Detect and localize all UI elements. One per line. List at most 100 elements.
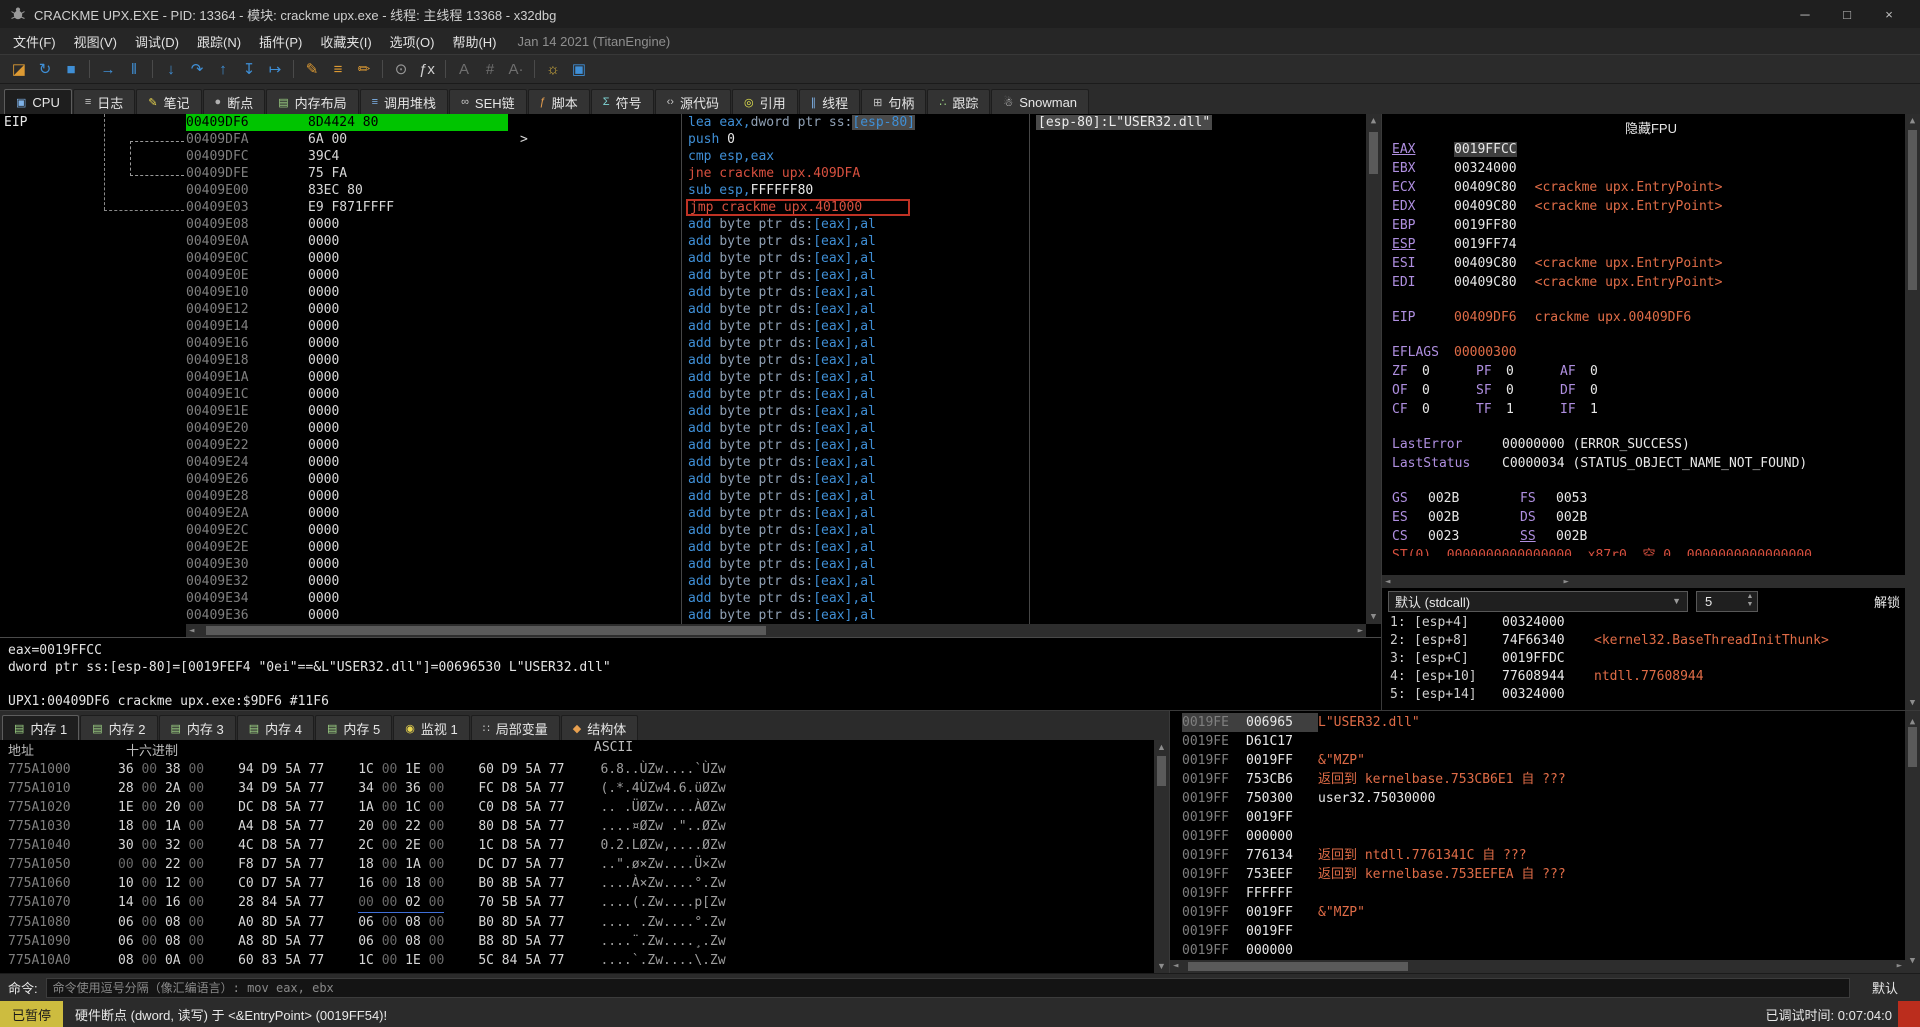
register-row[interactable]: EDX 00409C80 <crackme upx.EntryPoint>: [1392, 197, 1902, 216]
scroll-down-arrow[interactable]: ▼: [1910, 952, 1915, 971]
disasm-row[interactable]: 00409E00 83EC 80 sub esp,FFFFFF80: [0, 182, 1381, 199]
register-row[interactable]: EBX 00324000: [1392, 159, 1902, 178]
stack-row[interactable]: 0019FF 0019FF &"MZP": [1182, 751, 1904, 770]
tab-句柄[interactable]: ⊞ 句柄: [861, 89, 927, 114]
dump-row[interactable]: 775A1040 30 00 32 00 4C D8 5A 77 2C 00 2E 0…: [8, 836, 1169, 855]
bottom-tab-内存 1[interactable]: ▤ 内存 1: [2, 715, 80, 740]
tab-调用堆栈[interactable]: ≡ 调用堆栈: [359, 89, 449, 114]
disasm-row[interactable]: 00409E26 0000 add byte ptr ds:[eax],al: [0, 471, 1381, 488]
command-default-label[interactable]: 默认: [1858, 978, 1912, 997]
bottom-tab-内存 3[interactable]: ▤ 内存 3: [158, 715, 236, 740]
disasm-row[interactable]: 00409E16 0000 add byte ptr ds:[eax],al: [0, 335, 1381, 352]
disasm-row[interactable]: 00409E10 0000 add byte ptr ds:[eax],al: [0, 284, 1381, 301]
stack-row[interactable]: 0019FF FFFFFF: [1182, 884, 1904, 903]
scroll-thumb[interactable]: [1157, 756, 1166, 786]
run-to-user-code-icon[interactable]: ↧: [236, 57, 262, 81]
comment-icon[interactable]: ≡: [325, 57, 351, 81]
stack-vscrollbar[interactable]: ▲ ▼: [1905, 711, 1920, 973]
register-row[interactable]: ECX 00409C80 <crackme upx.EntryPoint>: [1392, 178, 1902, 197]
function-fx-icon[interactable]: ƒx: [414, 57, 440, 81]
disasm-row[interactable]: 00409E32 0000 add byte ptr ds:[eax],al: [0, 573, 1381, 590]
disasm-row[interactable]: 00409E36 0000 add byte ptr ds:[eax],al: [0, 607, 1381, 624]
bottom-tab-内存 4[interactable]: ▤ 内存 4: [236, 715, 314, 740]
font-disabled-icon[interactable]: A·: [503, 57, 529, 81]
disasm-row[interactable]: 00409E0E 0000 add byte ptr ds:[eax],al: [0, 267, 1381, 284]
disasm-row[interactable]: 00409E18 0000 add byte ptr ds:[eax],al: [0, 352, 1381, 369]
disasm-pane[interactable]: EIP 00409DF6 8D4424 80 lea eax,dword ptr ss…: [0, 114, 1381, 637]
register-row[interactable]: EBP 0019FF80: [1392, 216, 1902, 235]
flags-row[interactable]: GS 002B FS 0053: [1392, 489, 1902, 508]
disasm-row[interactable]: 00409E08 0000 add byte ptr ds:[eax],al: [0, 216, 1381, 233]
register-row[interactable]: EFLAGS 00000300: [1392, 343, 1902, 362]
flags-row[interactable]: CS 0023 SS 002B: [1392, 527, 1902, 546]
stack-row[interactable]: 0019FF 0019FF &"MZP": [1182, 903, 1904, 922]
menu-item[interactable]: 插件(P): [250, 29, 311, 54]
scroll-thumb[interactable]: [1188, 962, 1408, 971]
disasm-vscrollbar[interactable]: ▲ ▼: [1366, 114, 1381, 624]
stack-row[interactable]: 0019FF 000000: [1182, 827, 1904, 846]
hash-disabled-icon[interactable]: #: [477, 57, 503, 81]
stack-row[interactable]: 0019FE D61C17: [1182, 732, 1904, 751]
skip-next-icon[interactable]: ↦: [262, 57, 288, 81]
scroll-down-arrow[interactable]: ▼: [1157, 961, 1166, 971]
tab-脚本[interactable]: ƒ 脚本: [527, 89, 590, 114]
step-out-icon[interactable]: ↑: [210, 57, 236, 81]
scroll-up-arrow[interactable]: ▲: [1910, 116, 1915, 126]
stack-arg-row[interactable]: 4: [esp+10] 77608944 ntdll.77608944: [1390, 668, 1920, 686]
tab-日志[interactable]: ≡ 日志: [72, 89, 136, 114]
tab-笔记[interactable]: ✎ 笔记: [136, 89, 202, 114]
dump-row[interactable]: 775A10B022 00 24 00 90 86 5A 77 2A 00 2C 0…: [8, 970, 1169, 973]
scroll-thumb[interactable]: [1908, 130, 1917, 290]
disasm-row[interactable]: 00409E2C 0000 add byte ptr ds:[eax],al: [0, 522, 1381, 539]
bottom-tab-内存 5[interactable]: ▤ 内存 5: [315, 715, 393, 740]
menu-item[interactable]: 收藏夹(I): [311, 29, 380, 54]
search-icon[interactable]: ⊙: [388, 57, 414, 81]
tab-SEH链[interactable]: ∞ SEH链: [449, 89, 527, 114]
stack-row[interactable]: 0019FF 0019FF: [1182, 808, 1904, 827]
scroll-left-arrow[interactable]: ◄: [1173, 960, 1178, 973]
disasm-row[interactable]: 00409DFA 6A 00 > push 0: [0, 131, 1381, 148]
disasm-row[interactable]: 00409E14 0000 add byte ptr ds:[eax],al: [0, 318, 1381, 335]
dump-row[interactable]: 775A1050 00 00 22 00 F8 D7 5A 77 18 00 1A 0…: [8, 855, 1169, 874]
dump-row[interactable]: 775A1090 06 00 08 00 A8 8D 5A 77 06 00 08 0…: [8, 932, 1169, 951]
scroll-up-arrow[interactable]: ▲: [1157, 742, 1166, 752]
stack-arg-row[interactable]: 3: [esp+C] 0019FFDC: [1390, 650, 1920, 668]
disasm-row[interactable]: 00409E28 0000 add byte ptr ds:[eax],al: [0, 488, 1381, 505]
scroll-left-arrow[interactable]: ◄: [1385, 577, 1390, 587]
stack-row[interactable]: 0019FE 006965 L"USER32.dll": [1182, 713, 1904, 732]
stack-arg-row[interactable]: 1: [esp+4] 00324000: [1390, 614, 1920, 632]
bottom-tab-局部变量[interactable]: ∷ 局部变量: [470, 715, 560, 740]
disasm-row[interactable]: 00409E0C 0000 add byte ptr ds:[eax],al: [0, 250, 1381, 267]
tab-源代码[interactable]: ‹› 源代码: [654, 89, 731, 114]
disasm-row[interactable]: 00409E20 0000 add byte ptr ds:[eax],al: [0, 420, 1381, 437]
menu-item[interactable]: 视图(V): [65, 29, 126, 54]
run-icon[interactable]: →: [95, 57, 121, 81]
step-over-icon[interactable]: ↷: [184, 57, 210, 81]
disasm-row[interactable]: 00409E0A 0000 add byte ptr ds:[eax],al: [0, 233, 1381, 250]
stack-hscrollbar[interactable]: ◄ ►: [1170, 960, 1905, 973]
tab-跟踪[interactable]: ∴ 跟踪: [927, 89, 991, 114]
scroll-down-arrow[interactable]: ▼: [1910, 698, 1915, 708]
dump-vscrollbar[interactable]: ▲ ▼: [1154, 740, 1169, 973]
menu-item[interactable]: 跟踪(N): [188, 29, 250, 54]
tab-内存布局[interactable]: ▤ 内存布局: [266, 89, 359, 114]
settings-icon[interactable]: ☼: [540, 57, 566, 81]
spinner-arrows-icon[interactable]: ▲ ▼: [1743, 593, 1757, 609]
disasm-row[interactable]: 00409E22 0000 add byte ptr ds:[eax],al: [0, 437, 1381, 454]
bottom-tab-结构体[interactable]: ◆ 结构体: [560, 715, 639, 740]
stack-row[interactable]: 0019FF 000000: [1182, 941, 1904, 960]
disasm-row[interactable]: 00409E1A 0000 add byte ptr ds:[eax],al: [0, 369, 1381, 386]
annotate-icon[interactable]: ✏: [351, 57, 377, 81]
menu-item[interactable]: 选项(O): [381, 29, 444, 54]
dump-row[interactable]: 775A1080 06 00 08 00 A0 8D 5A 77 06 00 08 0…: [8, 913, 1169, 932]
dump-row[interactable]: 775A1000 36 00 38 00 94 D9 5A 77 1C 00 1E 0…: [8, 760, 1169, 779]
tab-断点[interactable]: ● 断点: [202, 89, 266, 114]
disasm-row[interactable]: 00409E34 0000 add byte ptr ds:[eax],al: [0, 590, 1381, 607]
registers-hscrollbar[interactable]: ◄ ►: [1382, 575, 1905, 588]
dump-row[interactable]: 775A1020 1E 00 20 00 DC D8 5A 77 1A 00 1C 0…: [8, 798, 1169, 817]
arg-count-spinner[interactable]: 5 ▲ ▼: [1696, 590, 1758, 612]
maximize-button[interactable]: □: [1826, 7, 1868, 22]
stack-row[interactable]: 0019FF 0019FF: [1182, 922, 1904, 941]
flags-row[interactable]: ES 002B DS 002B: [1392, 508, 1902, 527]
command-input[interactable]: [45, 977, 1850, 998]
